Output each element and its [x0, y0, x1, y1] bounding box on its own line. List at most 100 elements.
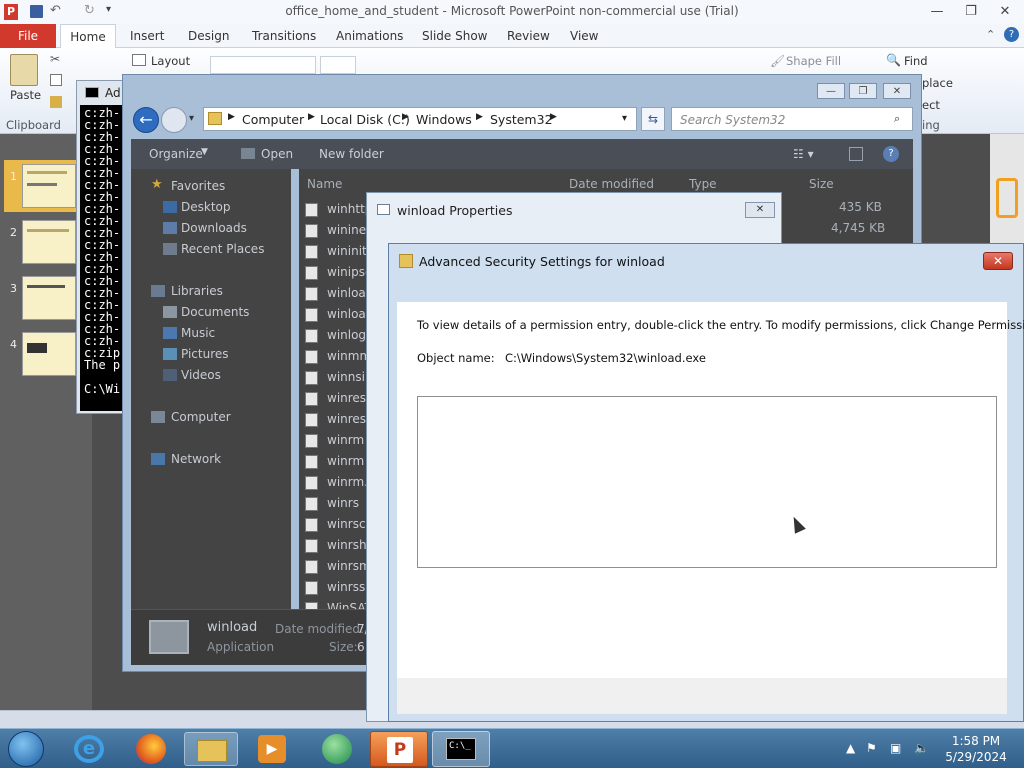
- file-explorer-taskbar-icon[interactable]: [184, 732, 238, 766]
- dialog-close-button[interactable]: ✕: [983, 252, 1013, 270]
- format-painter-icon[interactable]: [50, 96, 62, 108]
- find-icon[interactable]: 🔍: [886, 53, 901, 67]
- tab-transitions[interactable]: Transitions: [242, 24, 326, 48]
- breadcrumb-local-disk[interactable]: Local Disk (C:): [320, 112, 410, 127]
- nav-downloads[interactable]: Downloads: [181, 221, 247, 235]
- new-folder-button[interactable]: New folder: [319, 147, 384, 161]
- select-button[interactable]: ect: [922, 98, 940, 112]
- start-button[interactable]: [8, 731, 44, 767]
- nav-network[interactable]: Network: [171, 452, 221, 466]
- preview-pane-icon[interactable]: [849, 147, 863, 161]
- recent-pages-dropdown-icon[interactable]: ▾: [189, 113, 194, 124]
- font-name-box[interactable]: [210, 56, 316, 74]
- minimize-button[interactable]: —: [924, 2, 950, 22]
- tab-file[interactable]: File: [0, 24, 56, 48]
- column-header-name[interactable]: Name: [307, 177, 342, 191]
- paste-button[interactable]: Paste: [10, 88, 41, 102]
- column-header-type[interactable]: Type: [689, 177, 717, 191]
- tab-design[interactable]: Design: [178, 24, 239, 48]
- search-box[interactable]: Search System32 ⌕: [671, 107, 913, 131]
- nav-recent-places[interactable]: Recent Places: [181, 242, 264, 256]
- breadcrumb-separator-icon[interactable]: ▶: [228, 112, 235, 122]
- refresh-button[interactable]: ⇆: [641, 107, 665, 131]
- action-center-flag-icon[interactable]: ⚑: [866, 741, 877, 755]
- slide-thumbnail-1[interactable]: [22, 164, 76, 208]
- details-size-label: Size:: [329, 640, 358, 654]
- file-size: 435 KB: [839, 200, 882, 214]
- nav-documents[interactable]: Documents: [181, 305, 249, 319]
- explorer-help-icon[interactable]: ?: [883, 146, 899, 162]
- layout-icon[interactable]: [132, 54, 146, 66]
- tab-view[interactable]: View: [560, 24, 608, 48]
- tab-insert[interactable]: Insert: [120, 24, 174, 48]
- slide-thumbnail-4[interactable]: [22, 332, 76, 376]
- address-bar[interactable]: ▶ Computer ▶ Local Disk (C:) ▶ Windows ▶…: [203, 107, 637, 131]
- open-button[interactable]: Open: [261, 147, 293, 161]
- tab-review[interactable]: Review: [497, 24, 560, 48]
- close-button[interactable]: ✕: [992, 2, 1018, 22]
- slide-thumbnail-2[interactable]: [22, 220, 76, 264]
- volume-muted-icon[interactable]: 🔈: [914, 741, 929, 755]
- tab-home[interactable]: Home: [60, 24, 116, 48]
- forward-button[interactable]: [161, 107, 187, 133]
- network-tray-icon[interactable]: ▣: [890, 741, 901, 755]
- back-button[interactable]: ←: [133, 107, 159, 133]
- font-size-box[interactable]: [320, 56, 356, 74]
- nav-pictures[interactable]: Pictures: [181, 347, 229, 361]
- clock-date[interactable]: 5/29/2024: [940, 750, 1012, 764]
- nav-music[interactable]: Music: [181, 326, 215, 340]
- breadcrumb-computer[interactable]: Computer: [242, 112, 304, 127]
- clock-time[interactable]: 1:58 PM: [940, 734, 1012, 748]
- search-icon[interactable]: ⌕: [894, 112, 900, 126]
- breadcrumb-separator-icon[interactable]: ▶: [402, 112, 409, 122]
- nav-desktop[interactable]: Desktop: [181, 200, 231, 214]
- breadcrumb-windows[interactable]: Windows: [416, 112, 472, 127]
- paste-icon[interactable]: [10, 54, 38, 86]
- organize-button[interactable]: Organize: [149, 147, 203, 161]
- nav-computer[interactable]: Computer: [171, 410, 231, 424]
- find-button[interactable]: Find: [904, 54, 928, 68]
- permission-entries-list[interactable]: [417, 396, 997, 568]
- media-player-icon[interactable]: ▶: [258, 735, 286, 763]
- search-input[interactable]: Search System32: [680, 113, 785, 127]
- shape-fill-button[interactable]: Shape Fill: [786, 54, 841, 68]
- file-icon: [305, 203, 318, 217]
- tab-animations[interactable]: Animations: [326, 24, 413, 48]
- editing-group-label: ing: [922, 118, 940, 132]
- firefox-icon[interactable]: [136, 734, 166, 764]
- organize-dropdown-icon[interactable]: ▼: [201, 147, 208, 157]
- nav-videos[interactable]: Videos: [181, 368, 221, 382]
- cmd-taskbar-icon[interactable]: C:\_: [432, 731, 490, 767]
- column-header-size[interactable]: Size: [809, 177, 834, 191]
- object-name-value: C:\Windows\System32\winload.exe: [505, 351, 706, 365]
- change-view-icon[interactable]: ☷ ▾: [793, 147, 814, 161]
- internet-explorer-icon[interactable]: e: [74, 735, 104, 763]
- tab-slide-show[interactable]: Slide Show: [412, 24, 497, 48]
- help-icon[interactable]: ?: [1004, 27, 1019, 42]
- file-icon: [305, 476, 318, 490]
- properties-close-button[interactable]: ✕: [745, 202, 775, 218]
- column-header-date[interactable]: Date modified: [569, 177, 654, 191]
- show-hidden-icons-icon[interactable]: ▲: [846, 741, 855, 755]
- explorer-close-button[interactable]: ✕: [883, 83, 911, 99]
- minimize-ribbon-icon[interactable]: ⌃: [986, 28, 995, 41]
- breadcrumb-separator-icon[interactable]: ▶: [308, 112, 315, 122]
- replace-button[interactable]: place: [922, 76, 953, 90]
- explorer-minimize-button[interactable]: —: [817, 83, 845, 99]
- breadcrumb-separator-icon[interactable]: ▶: [550, 112, 557, 122]
- messenger-icon[interactable]: [322, 734, 352, 764]
- copy-icon[interactable]: [50, 74, 62, 86]
- powerpoint-taskbar-icon[interactable]: P: [370, 731, 428, 767]
- layout-button[interactable]: Layout: [151, 54, 190, 68]
- nav-libraries[interactable]: Libraries: [171, 284, 223, 298]
- nav-favorites[interactable]: Favorites: [171, 179, 225, 193]
- explorer-maximize-button[interactable]: ❐: [849, 83, 877, 99]
- shape-fill-icon[interactable]: 🖌: [770, 54, 785, 68]
- open-icon[interactable]: [241, 148, 255, 159]
- address-dropdown-icon[interactable]: ▾: [622, 113, 627, 124]
- slide-thumbnail-3[interactable]: [22, 276, 76, 320]
- breadcrumb-system32[interactable]: System32: [490, 112, 553, 127]
- cut-icon[interactable]: ✂: [50, 52, 60, 66]
- breadcrumb-separator-icon[interactable]: ▶: [476, 112, 483, 122]
- maximize-button[interactable]: ❐: [958, 2, 984, 22]
